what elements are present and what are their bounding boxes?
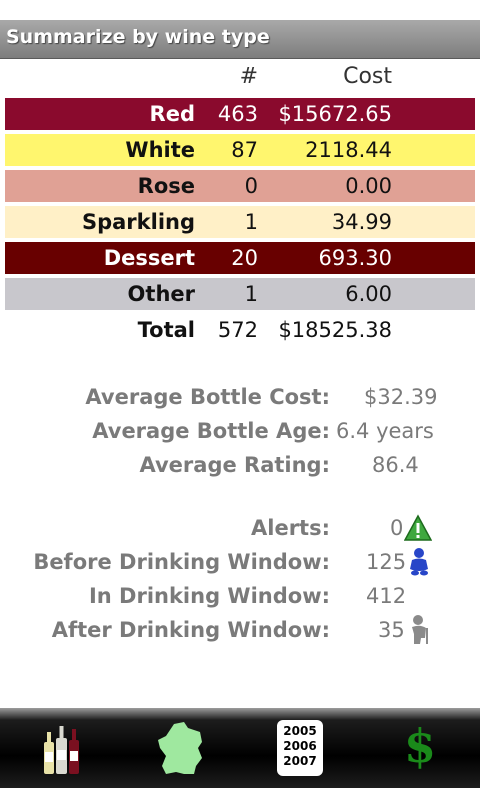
title-bar: Summarize by wine type — [0, 20, 480, 59]
row-cost: $15672.65 — [278, 102, 392, 126]
warning-triangle-icon[interactable] — [404, 513, 432, 543]
row-count: 20 — [231, 246, 258, 270]
elderly-icon[interactable] — [404, 614, 432, 644]
dollar-icon[interactable]: $ — [400, 716, 440, 776]
row-cost: 2118.44 — [305, 138, 392, 162]
row-cost: 6.00 — [345, 282, 392, 306]
bottom-toolbar: 2005 2006 2007 $ — [0, 708, 480, 788]
alerts-value[interactable]: 0 — [390, 512, 403, 544]
alerts-label: Alerts: — [251, 516, 330, 540]
row-count: 1 — [244, 282, 258, 306]
france-map-icon[interactable] — [154, 718, 208, 778]
avg-bottle-cost-value: $32.39 — [364, 385, 438, 409]
row-count: 572 — [217, 318, 258, 342]
row-type-label: Sparkling — [81, 210, 195, 234]
row-cost: $18525.38 — [278, 318, 392, 342]
vintage-year-1: 2005 — [283, 724, 317, 738]
avg-rating-value: 86.4 — [372, 453, 419, 477]
avg-bottle-cost-label: Average Bottle Cost: — [85, 385, 330, 409]
before-drinking-window-label: Before Drinking Window: — [33, 550, 330, 574]
vintage-year-3: 2007 — [283, 754, 317, 768]
row-type-label: Total — [137, 318, 195, 342]
row-type-label: Red — [149, 102, 195, 126]
row-cost: 693.30 — [318, 246, 392, 270]
page-title: Summarize by wine type — [6, 26, 270, 48]
baby-icon[interactable] — [406, 547, 434, 577]
row-count: 87 — [231, 138, 258, 162]
before-drinking-window-value[interactable]: 125 — [366, 546, 406, 578]
row-count: 463 — [217, 102, 258, 126]
row-type-label: Rose — [137, 174, 195, 198]
row-type-label: Other — [127, 282, 195, 306]
table-row[interactable]: Rose 0 0.00 — [5, 170, 475, 202]
table-row[interactable]: White 87 2118.44 — [5, 134, 475, 166]
avg-bottle-age-value: 6.4 years — [336, 419, 434, 443]
table-row[interactable]: Other 1 6.00 — [5, 278, 475, 310]
table-row[interactable]: Total 572 $18525.38 — [5, 314, 475, 346]
row-type-label: White — [125, 138, 195, 162]
column-header-cost: Cost — [343, 64, 392, 89]
table-row[interactable]: Dessert 20 693.30 — [5, 242, 475, 274]
row-cost: 0.00 — [345, 174, 392, 198]
avg-rating-label: Average Rating: — [139, 453, 330, 477]
row-count: 1 — [244, 210, 258, 234]
table-row[interactable]: Sparkling 1 34.99 — [5, 206, 475, 238]
in-drinking-window-label: In Drinking Window: — [88, 584, 330, 608]
after-drinking-window-label: After Drinking Window: — [51, 618, 330, 642]
column-header-count: # — [239, 64, 258, 89]
in-drinking-window-value[interactable]: 412 — [366, 580, 406, 612]
row-count: 0 — [244, 174, 258, 198]
vintage-year-2: 2006 — [283, 739, 317, 753]
after-drinking-window-value[interactable]: 35 — [378, 614, 405, 646]
row-cost: 34.99 — [331, 210, 392, 234]
vintage-years-icon[interactable]: 2005 2006 2007 — [277, 720, 323, 776]
wine-bottles-icon[interactable] — [38, 718, 84, 778]
avg-bottle-age-label: Average Bottle Age: — [92, 419, 330, 443]
row-type-label: Dessert — [103, 246, 195, 270]
table-row[interactable]: Red 463 $15672.65 — [5, 98, 475, 130]
